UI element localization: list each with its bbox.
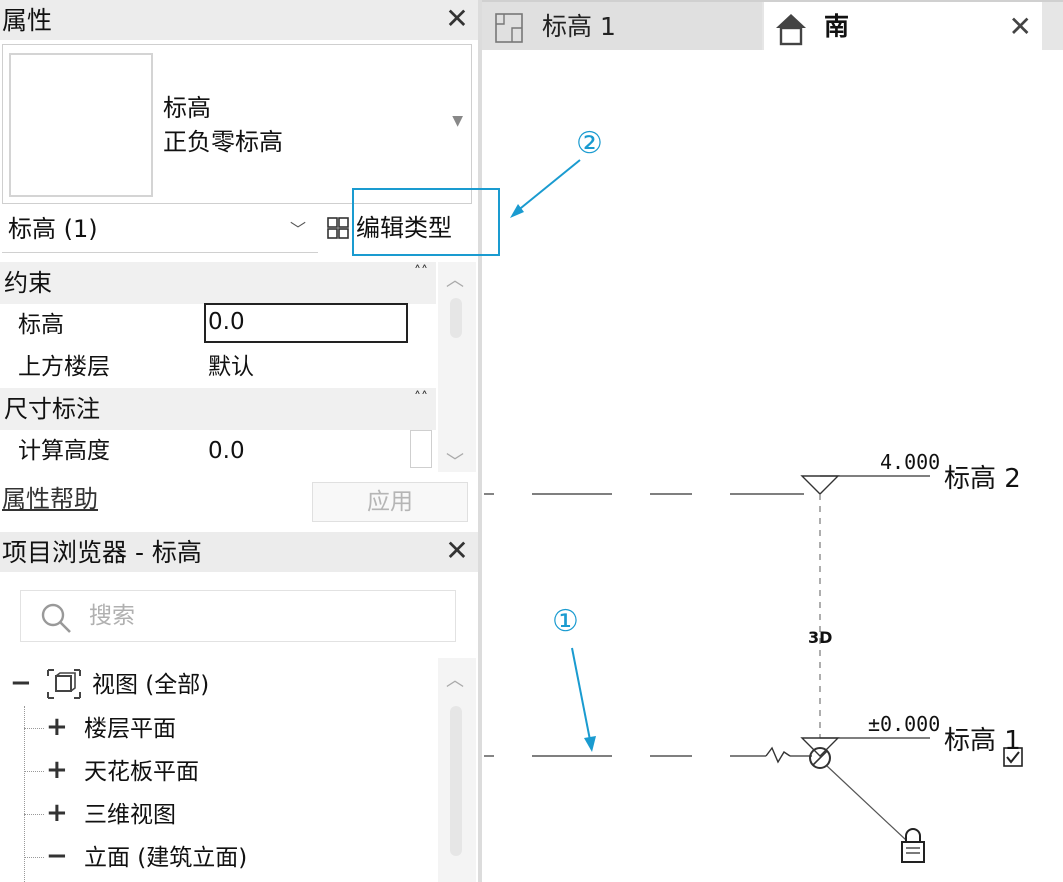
- property-name: 计算高度: [18, 438, 110, 464]
- break-symbol-icon[interactable]: [765, 746, 791, 764]
- expand-toggle-icon[interactable]: +: [46, 712, 68, 742]
- left-dock: 属性 ✕ 标高 正负零标高 ▼ 标高 (1) ﹀ 编辑类型 约束 ˄˄ 标高 0…: [0, 0, 480, 882]
- search-placeholder: 搜索: [89, 603, 135, 629]
- level-1-elevation[interactable]: ±0.000: [868, 712, 940, 736]
- tab-close-icon[interactable]: ✕: [1009, 12, 1032, 42]
- category-row-constraints[interactable]: 约束 ˄˄: [0, 262, 436, 304]
- tab-level-1[interactable]: 标高 1: [482, 2, 762, 50]
- apply-button[interactable]: 应用: [312, 482, 468, 522]
- properties-header: 属性 ✕: [0, 0, 478, 40]
- scrollbar-thumb[interactable]: [450, 298, 462, 338]
- scroll-down-icon[interactable]: ﹀: [446, 448, 464, 474]
- level-line-top[interactable]: [484, 475, 930, 495]
- collapse-chevron-icon[interactable]: ˄˄: [414, 264, 428, 280]
- collapse-toggle-icon[interactable]: −: [46, 841, 68, 871]
- properties-scrollbar[interactable]: ︿ ﹀: [438, 262, 476, 474]
- type-dropdown-arrow-icon[interactable]: ▼: [452, 113, 463, 129]
- level-1-name[interactable]: 标高 1: [944, 726, 1021, 756]
- level-2-elevation[interactable]: 4.000: [880, 450, 940, 474]
- tree-item-elevations[interactable]: − 立面 (建筑立面): [0, 839, 438, 879]
- annotation-marker-2: ②: [576, 126, 603, 161]
- property-value[interactable]: 0.0: [208, 436, 245, 466]
- properties-grid: 约束 ˄˄ 标高 0.0 上方楼层 默认 尺寸标注 ˄˄ 计算高度 0.0: [0, 262, 436, 472]
- search-input[interactable]: 搜索: [20, 590, 456, 642]
- elevation-canvas[interactable]: 4.000 标高 2 3D ±0.000 标高 1 ② ①: [482, 50, 1063, 882]
- properties-close-icon[interactable]: ✕: [442, 4, 472, 34]
- tree-item-label: 三维视图: [84, 802, 176, 828]
- annotation-marker-1: ①: [552, 604, 579, 639]
- property-name: 上方楼层: [18, 354, 110, 380]
- properties-help-link[interactable]: 属性帮助: [2, 484, 98, 514]
- expand-toggle-icon[interactable]: +: [46, 798, 68, 828]
- elevation-view-icon: [776, 14, 806, 46]
- elevation-value-input[interactable]: 0.0: [204, 303, 408, 343]
- category-row-dimensions[interactable]: 尺寸标注 ˄˄: [0, 388, 436, 430]
- project-browser-title: 项目浏览器 - 标高: [2, 538, 202, 567]
- collapse-chevron-icon[interactable]: ˄˄: [414, 390, 428, 406]
- type-selector[interactable]: 标高 正负零标高 ▼: [2, 44, 472, 204]
- scrollbar-thumb[interactable]: [450, 706, 462, 856]
- project-browser-header: 项目浏览器 - 标高 ✕: [0, 532, 478, 572]
- property-value[interactable]: 默认: [208, 352, 254, 382]
- tab-label: 标高 1: [542, 12, 616, 41]
- level-2-name[interactable]: 标高 2: [944, 464, 1021, 494]
- project-browser-close-icon[interactable]: ✕: [442, 536, 472, 566]
- instance-filter-underline: [2, 252, 318, 253]
- instance-filter-label[interactable]: 标高 (1): [8, 214, 98, 244]
- tab-label: 南: [824, 12, 850, 41]
- expand-toggle-icon[interactable]: +: [46, 755, 68, 785]
- edit-type-icon[interactable]: [326, 216, 350, 240]
- property-row-computation-height: 计算高度 0.0: [0, 430, 436, 472]
- annotation-arrow-2: [510, 159, 581, 218]
- project-browser-scrollbar[interactable]: ︿: [438, 658, 476, 882]
- tree-item-3d-views[interactable]: + 三维视图: [0, 796, 438, 836]
- category-label: 约束: [4, 269, 52, 297]
- type-name-label: 正负零标高: [163, 128, 283, 156]
- property-row-story-above: 上方楼层 默认: [0, 346, 436, 388]
- tab-south[interactable]: 南 ✕: [764, 2, 1042, 52]
- tree-item-floor-plans[interactable]: + 楼层平面: [0, 710, 438, 750]
- view-tab-bar: 标高 1 南 ✕: [482, 0, 1063, 52]
- annotation-arrow-1: [571, 647, 596, 752]
- level-line-bottom[interactable]: [484, 737, 930, 841]
- tree-item-label: 楼层平面: [84, 716, 176, 742]
- view-area: 标高 1 南 ✕ 4.000 标高 2 3D ±0.000 标高 1 ② ①: [482, 0, 1063, 882]
- scroll-up-icon[interactable]: ︿: [446, 666, 464, 692]
- property-edit-box[interactable]: [410, 430, 432, 468]
- search-icon: [41, 603, 71, 633]
- property-name: 标高: [18, 312, 64, 338]
- category-label: 尺寸标注: [4, 395, 100, 423]
- type-family-label: 标高: [163, 94, 211, 122]
- tree-item-ceiling-plans[interactable]: + 天花板平面: [0, 753, 438, 793]
- scroll-up-icon[interactable]: ︿: [446, 266, 464, 292]
- collapse-toggle-icon[interactable]: −: [10, 668, 32, 698]
- tree-item-label: 天花板平面: [84, 759, 199, 785]
- tree-item-label: 视图 (全部): [92, 672, 210, 698]
- 3d-extent-badge[interactable]: 3D: [808, 628, 832, 648]
- floor-plan-icon: [495, 13, 523, 43]
- tree-item-label: 立面 (建筑立面): [84, 845, 248, 871]
- views-icon: [47, 669, 81, 699]
- edit-type-highlight-box: [352, 188, 500, 256]
- lock-icon[interactable]: [901, 828, 925, 863]
- properties-title: 属性: [2, 6, 53, 35]
- type-preview-image: [9, 53, 153, 197]
- instance-filter-chevron-down-icon[interactable]: ﹀: [290, 216, 306, 240]
